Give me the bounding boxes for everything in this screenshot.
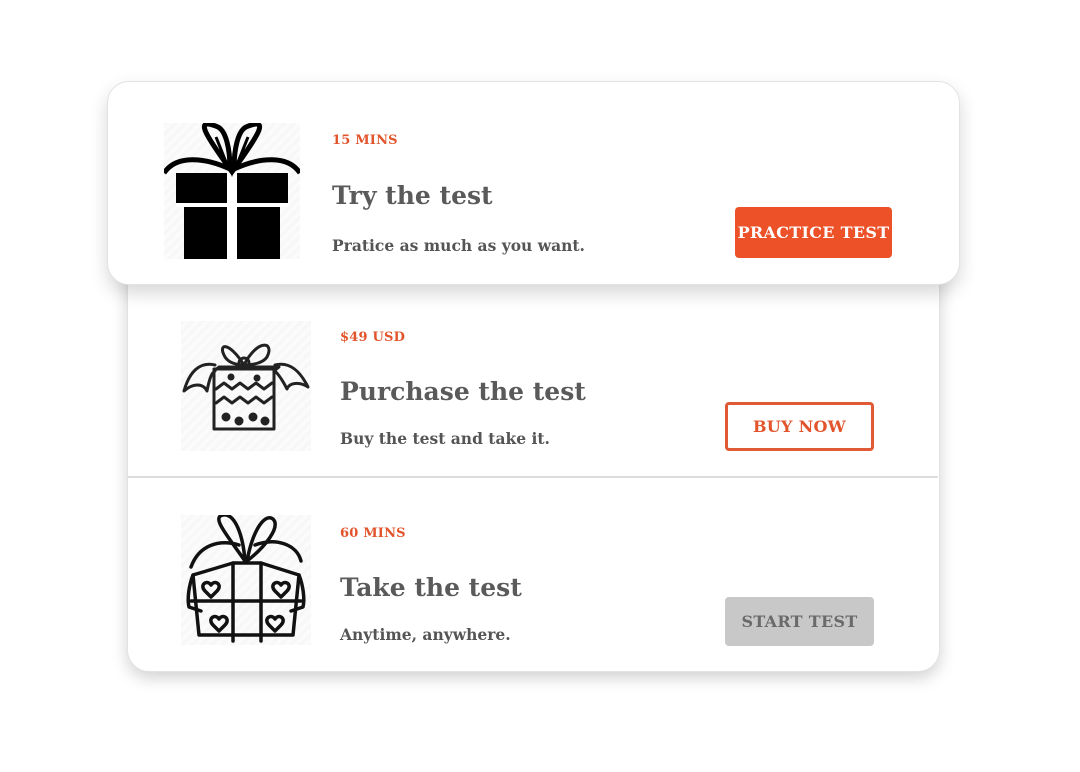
duration-label: 60 MINS [340,526,406,541]
option-card-practice: 15 MINS Try the test Pratice as much as … [107,81,960,285]
gift-box-hearts-icon [181,515,311,645]
card-description: Pratice as much as you want. [332,236,585,255]
gift-box-solid-icon [164,123,300,259]
practice-test-button[interactable]: PRACTICE TEST [735,207,892,258]
gift-box-patterned-icon [181,321,311,451]
buy-now-button[interactable]: BUY NOW [725,402,874,451]
option-card-purchase: $49 USD Purchase the test Buy the test a… [127,284,938,476]
duration-label: 15 MINS [332,133,398,148]
divider [127,476,938,478]
card-description: Buy the test and take it. [340,429,550,448]
price-label: $49 USD [340,330,406,345]
card-title: Purchase the test [340,377,586,406]
option-card-take: 60 MINS Take the test Anytime, anywhere.… [127,479,938,669]
card-title: Take the test [340,573,522,602]
start-test-button[interactable]: START TEST [725,597,874,646]
card-title: Try the test [332,181,493,210]
card-description: Anytime, anywhere. [340,625,511,644]
